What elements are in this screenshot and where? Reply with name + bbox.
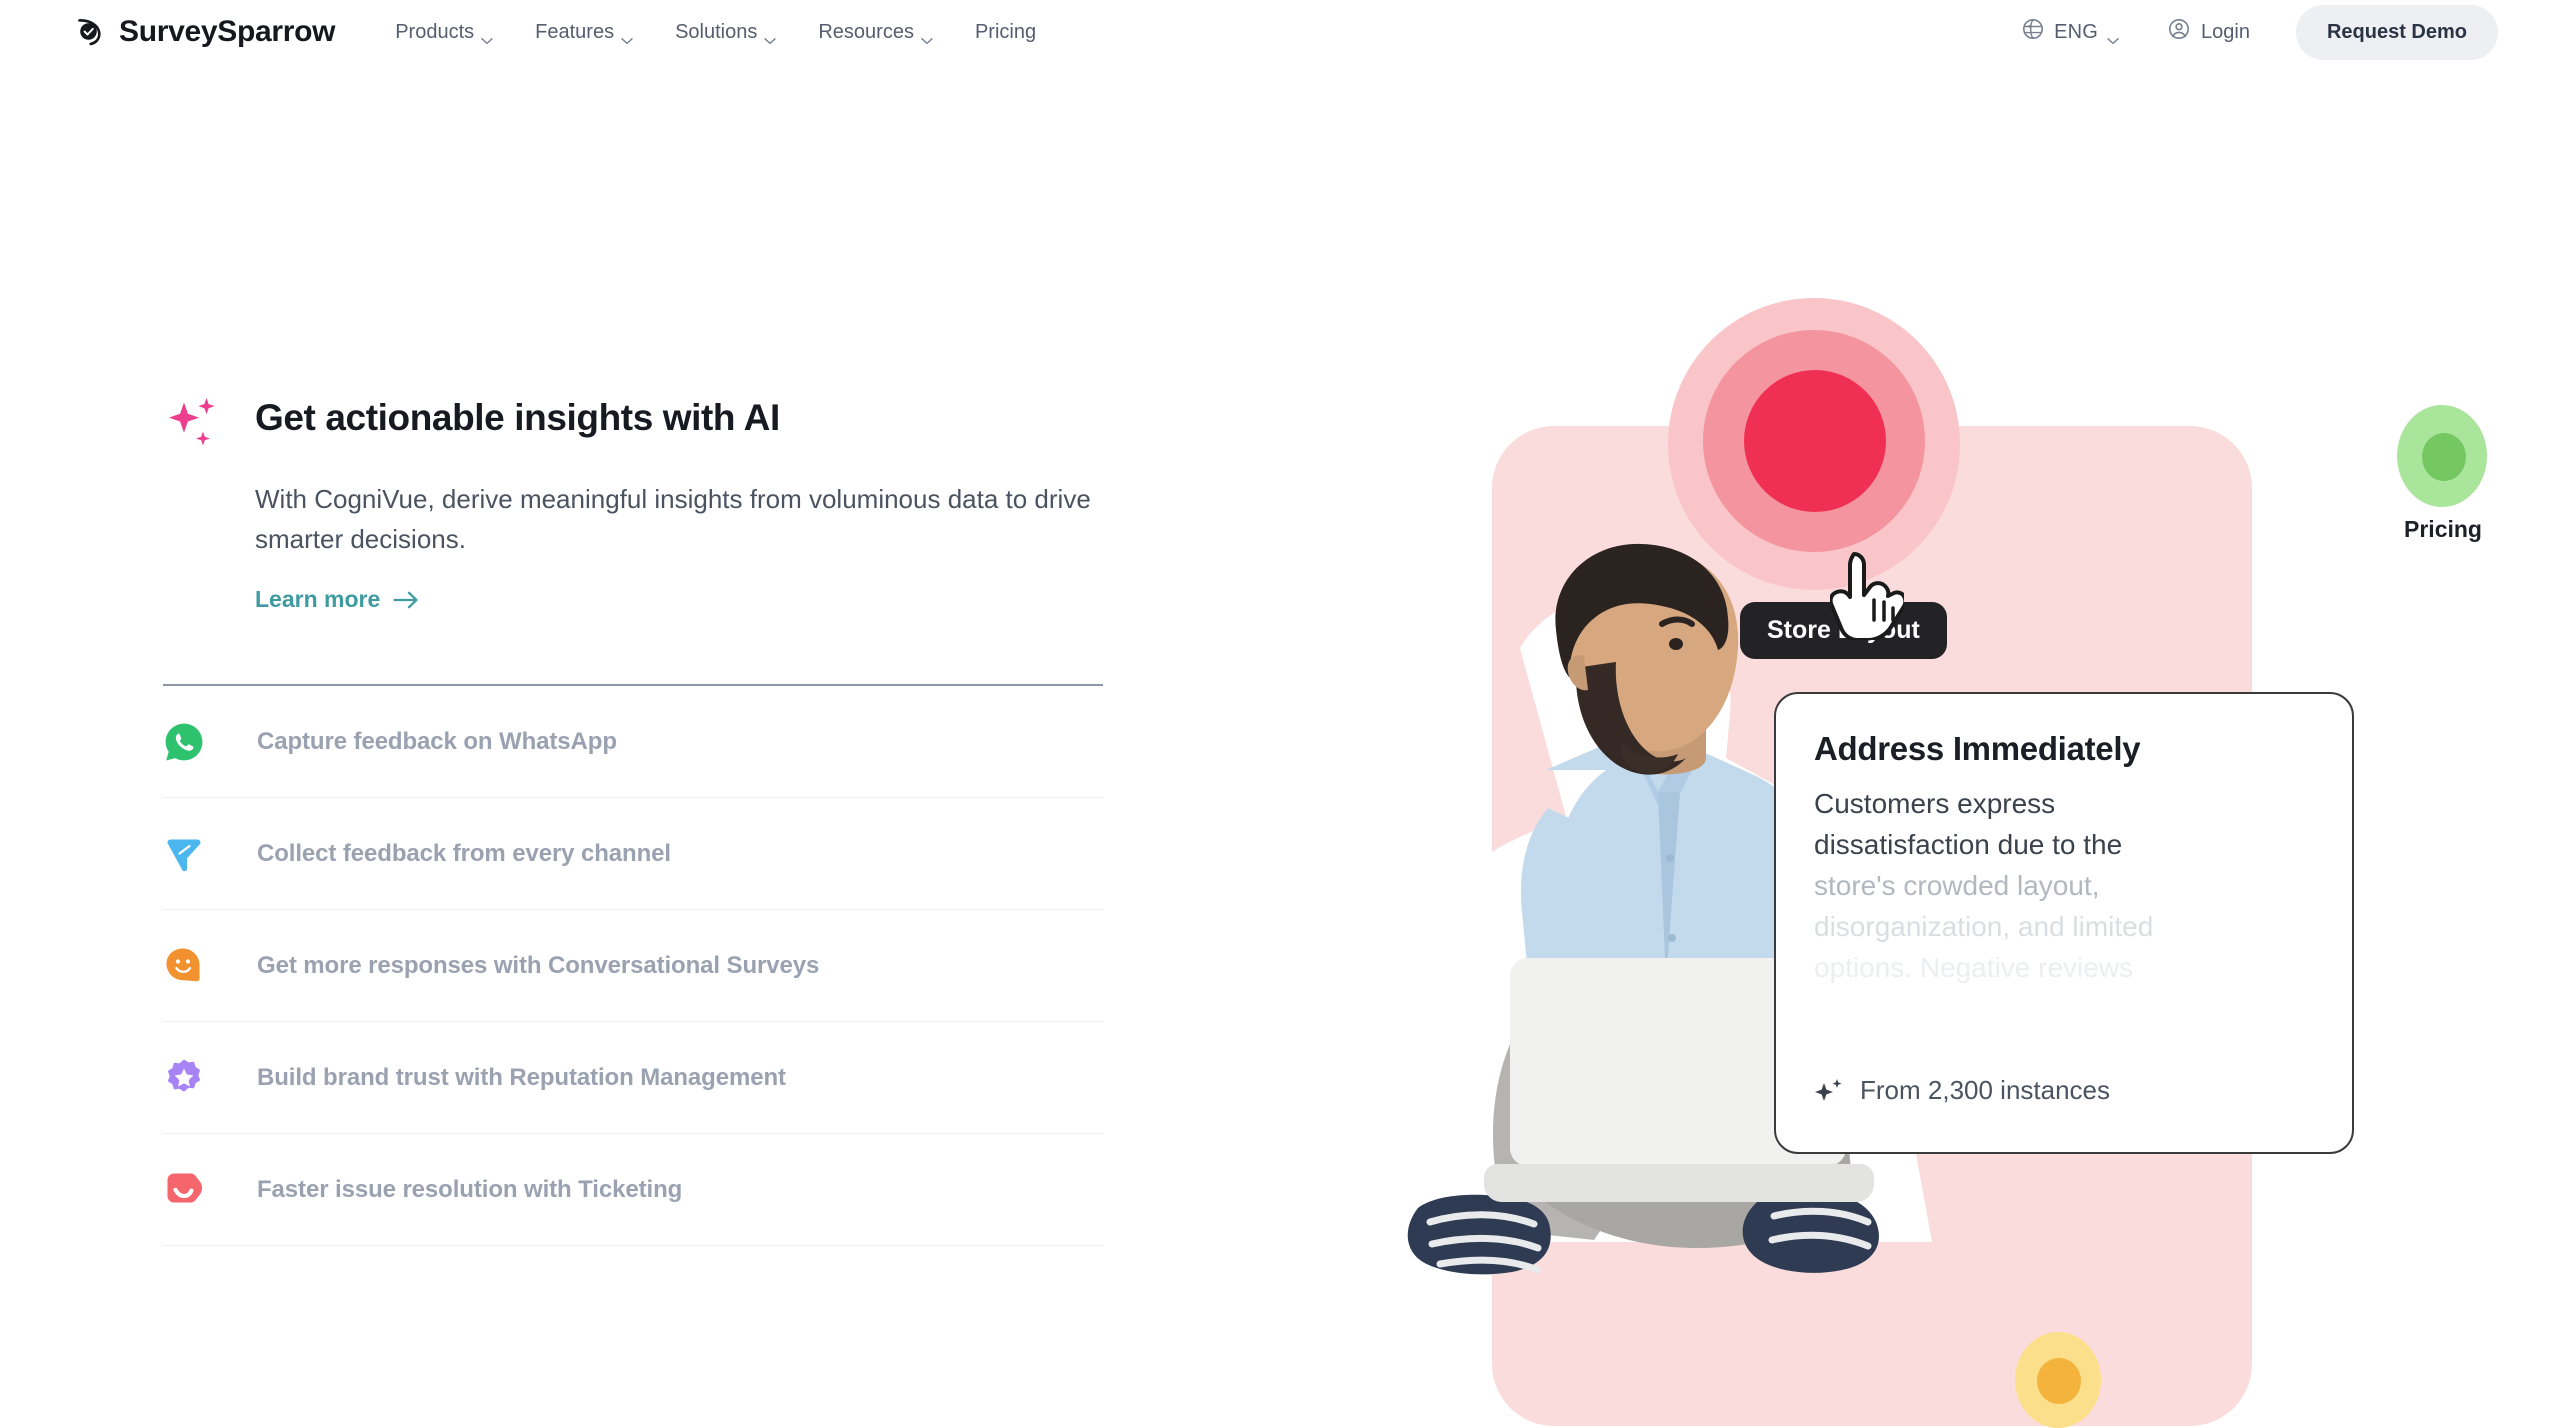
nav-label: Solutions [675, 20, 758, 43]
sparrow-logo-icon [74, 15, 108, 49]
arrow-right-icon [393, 589, 419, 609]
list-item-label: Faster issue resolution with Ticketing [257, 1175, 683, 1203]
insight-line: disorganization, and limited [1814, 910, 2154, 942]
list-item[interactable]: Faster issue resolution with Ticketing [163, 1134, 1103, 1246]
sparkles-icon [1814, 1076, 1844, 1106]
insight-line: options. Negative reviews [1814, 951, 2134, 983]
insight-card-footer: From 2,300 instances [1814, 1075, 2110, 1106]
feature-list: Capture feedback on WhatsApp Collect fee… [163, 686, 1103, 1246]
ticket-check-icon [163, 1169, 205, 1211]
language-selector[interactable]: ENG [2021, 17, 2119, 47]
chevron-down-icon [921, 28, 933, 45]
insight-line: store's crowded layout, [1814, 869, 2100, 901]
header-actions: ENG Login Request Demo [2021, 4, 2498, 60]
list-item[interactable]: Get more responses with Conversational S… [163, 910, 1103, 1022]
login-label: Login [2201, 20, 2250, 43]
feature-description: With CogniVue, derive meaningful insight… [255, 484, 1091, 555]
feature-heading-row: Get actionable insights with AI [163, 388, 1103, 454]
globe-icon [2021, 17, 2045, 47]
site-header: SurveySparrow Products Features Solution… [0, 0, 2560, 64]
insight-card-footer-text: From 2,300 instances [1860, 1075, 2111, 1105]
primary-nav: Products Features Solutions Resources Pr… [395, 20, 1036, 45]
insight-card-body: Customers express dissatisfaction due to… [1814, 784, 2314, 988]
nav-label: Products [395, 20, 475, 43]
hero-illustration: Pricing Store Address Immediately Custom… [1370, 298, 2560, 1428]
list-item-label: Build brand trust with Reputation Manage… [257, 1063, 786, 1091]
pointing-hand-cursor-icon [1830, 552, 1904, 640]
learn-more-link[interactable]: Learn more [255, 586, 419, 613]
chevron-down-icon [481, 28, 493, 45]
chevron-down-icon [621, 28, 633, 45]
insight-line: dissatisfaction due to the [1814, 828, 2123, 860]
ai-feature-block: Get actionable insights with AI With Cog… [163, 388, 1103, 613]
language-label: ENG [2054, 20, 2099, 43]
yellow-marker-inner [2037, 1358, 2081, 1404]
request-demo-button[interactable]: Request Demo [2295, 4, 2498, 60]
login-link[interactable]: Login [2167, 17, 2250, 47]
page-title: Get actionable insights with AI [255, 397, 780, 438]
insight-line: Customers express [1814, 788, 2056, 819]
list-item[interactable]: Collect feedback from every channel [163, 798, 1103, 910]
pricing-marker-inner [2422, 433, 2466, 481]
user-circle-icon [2167, 17, 2191, 47]
pricing-marker-label: Pricing [2377, 508, 2509, 555]
nav-item-solutions[interactable]: Solutions [675, 20, 777, 45]
nav-item-products[interactable]: Products [395, 20, 493, 45]
whatsapp-icon [163, 721, 205, 763]
insight-card-title: Address Immediately [1814, 730, 2141, 767]
chevron-down-icon [764, 28, 777, 45]
list-item[interactable]: Capture feedback on WhatsApp [163, 686, 1103, 798]
nav-label: Features [535, 20, 615, 43]
insight-card: Address Immediately Customers express di… [1774, 692, 2354, 1154]
paper-plane-icon [163, 833, 205, 875]
sparkles-icon [163, 392, 225, 454]
nav-label: Pricing [974, 20, 1037, 43]
list-item[interactable]: Build brand trust with Reputation Manage… [163, 1022, 1103, 1134]
brand-logo[interactable]: SurveySparrow [74, 15, 336, 49]
list-item-label: Get more responses with Conversational S… [257, 951, 820, 979]
target-marker-inner [1744, 370, 1886, 512]
nav-label: Resources [818, 20, 914, 43]
star-badge-icon [163, 1057, 205, 1099]
nav-item-pricing[interactable]: Pricing [975, 21, 1036, 44]
list-item-label: Collect feedback from every channel [257, 839, 671, 867]
nav-item-resources[interactable]: Resources [818, 20, 933, 45]
list-item-label: Capture feedback on WhatsApp [257, 727, 617, 755]
chevron-down-icon [2107, 28, 2119, 45]
learn-more-label: Learn more [255, 585, 381, 612]
nav-item-features[interactable]: Features [535, 20, 633, 45]
smiley-chat-icon [163, 945, 205, 987]
brand-name: SurveySparrow [119, 15, 336, 48]
